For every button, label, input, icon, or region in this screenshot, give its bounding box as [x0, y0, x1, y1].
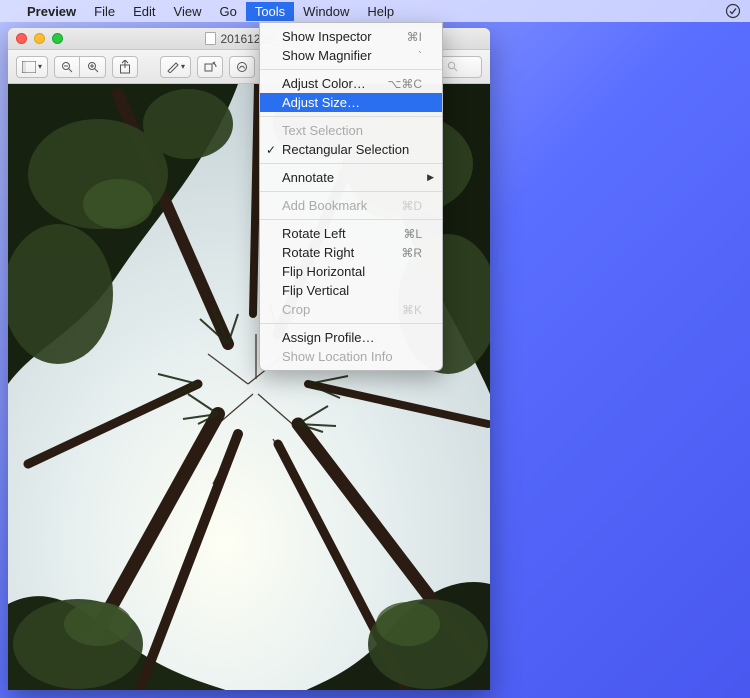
menubar: Preview File Edit View Go Tools Window H…	[0, 0, 750, 22]
menu-item-add-bookmark: Add Bookmark ⌘D	[260, 196, 442, 215]
menu-item-label: Show Location Info	[282, 349, 393, 364]
menu-item-text-selection: Text Selection	[260, 121, 442, 140]
menu-item-assign-profile[interactable]: Assign Profile…	[260, 328, 442, 347]
menu-extra-icon[interactable]	[724, 2, 742, 20]
zoom-in-button[interactable]	[80, 56, 106, 78]
menu-item-crop: Crop ⌘K	[260, 300, 442, 319]
menu-item-shortcut: ⌘I	[407, 30, 422, 44]
menu-item-shortcut: ⌘R	[401, 246, 422, 260]
menu-item-shortcut: ⌥⌘C	[388, 77, 423, 91]
rotate-button[interactable]	[197, 56, 223, 78]
menu-file[interactable]: File	[85, 2, 124, 21]
menu-item-label: Rotate Left	[282, 226, 346, 241]
menu-item-adjust-color[interactable]: Adjust Color… ⌥⌘C	[260, 74, 442, 93]
menu-item-shortcut: `	[418, 49, 422, 63]
menu-item-label: Adjust Size…	[282, 95, 360, 110]
menu-tools[interactable]: Tools	[246, 2, 294, 21]
menu-item-flip-vertical[interactable]: Flip Vertical	[260, 281, 442, 300]
menu-separator	[260, 191, 442, 192]
menu-item-label: Rectangular Selection	[282, 142, 409, 157]
menu-item-label: Annotate	[282, 170, 334, 185]
menu-item-label: Flip Horizontal	[282, 264, 365, 279]
menu-item-annotate[interactable]: Annotate	[260, 168, 442, 187]
view-mode-button[interactable]: ▾	[16, 56, 48, 78]
menu-go[interactable]: Go	[210, 2, 245, 21]
menu-help[interactable]: Help	[358, 2, 403, 21]
markup-button[interactable]	[229, 56, 255, 78]
close-button[interactable]	[16, 33, 27, 44]
menu-item-rotate-left[interactable]: Rotate Left ⌘L	[260, 224, 442, 243]
menu-item-show-location-info: Show Location Info	[260, 347, 442, 366]
menu-separator	[260, 69, 442, 70]
menu-view[interactable]: View	[165, 2, 211, 21]
menu-separator	[260, 323, 442, 324]
menu-window[interactable]: Window	[294, 2, 358, 21]
zoom-out-button[interactable]	[54, 56, 80, 78]
menu-separator	[260, 163, 442, 164]
menu-item-flip-horizontal[interactable]: Flip Horizontal	[260, 262, 442, 281]
minimize-button[interactable]	[34, 33, 45, 44]
highlight-button[interactable]: ▾	[160, 56, 191, 78]
menu-edit[interactable]: Edit	[124, 2, 164, 21]
menu-item-adjust-size[interactable]: Adjust Size…	[260, 93, 442, 112]
menu-item-show-inspector[interactable]: Show Inspector ⌘I	[260, 27, 442, 46]
menu-separator	[260, 116, 442, 117]
menu-item-label: Text Selection	[282, 123, 363, 138]
menu-item-label: Rotate Right	[282, 245, 354, 260]
menu-separator	[260, 219, 442, 220]
document-icon	[205, 32, 216, 45]
menu-item-rectangular-selection[interactable]: Rectangular Selection	[260, 140, 442, 159]
share-button[interactable]	[112, 56, 138, 78]
menu-item-label: Show Inspector	[282, 29, 372, 44]
fullscreen-button[interactable]	[52, 33, 63, 44]
menu-item-shortcut: ⌘L	[403, 227, 422, 241]
menu-app[interactable]: Preview	[18, 2, 85, 21]
menu-item-rotate-right[interactable]: Rotate Right ⌘R	[260, 243, 442, 262]
menu-item-label: Assign Profile…	[282, 330, 374, 345]
menu-item-shortcut: ⌘D	[401, 199, 422, 213]
menu-item-label: Adjust Color…	[282, 76, 366, 91]
menu-item-label: Crop	[282, 302, 310, 317]
tools-menu-dropdown: Show Inspector ⌘I Show Magnifier ` Adjust Co…	[259, 22, 443, 371]
menu-item-label: Show Magnifier	[282, 48, 372, 63]
menu-item-shortcut: ⌘K	[402, 303, 422, 317]
menu-item-show-magnifier[interactable]: Show Magnifier `	[260, 46, 442, 65]
menu-item-label: Flip Vertical	[282, 283, 349, 298]
menu-item-label: Add Bookmark	[282, 198, 367, 213]
window-controls	[16, 33, 63, 44]
